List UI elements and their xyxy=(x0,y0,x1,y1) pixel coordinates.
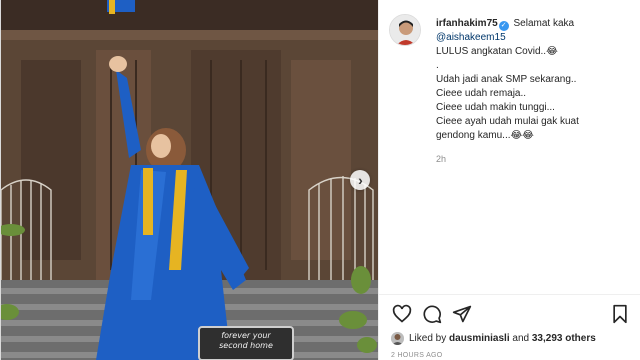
caption-line-2: LULUS angkatan Covid..😂 xyxy=(436,46,558,57)
post-username[interactable]: irfanhakim75 xyxy=(436,18,498,29)
save-button[interactable] xyxy=(609,303,631,325)
comment-icon xyxy=(423,305,442,324)
liker-username[interactable]: dausminiasli xyxy=(449,333,510,344)
caption-line: Cieee ayah udah mulai gak kuat xyxy=(436,116,579,127)
liker-avatar-image xyxy=(391,332,404,345)
likes-summary: Liked by dausminiasli and 33,293 others xyxy=(391,331,636,347)
caption-text: irfanhakim75 ✓ Selamat kaka @aishakeem15 … xyxy=(436,17,640,166)
divider xyxy=(379,294,640,295)
next-photo-button[interactable]: › xyxy=(350,170,370,190)
caption-lead: Selamat kaka xyxy=(513,18,575,29)
comment-button[interactable] xyxy=(421,303,443,325)
post-timestamp[interactable]: 2 HOURS AGO xyxy=(391,352,443,359)
avatar[interactable] xyxy=(389,14,421,46)
share-button[interactable] xyxy=(451,303,473,325)
verified-badge-icon: ✓ xyxy=(498,21,509,31)
post-photo[interactable]: forever your second home › xyxy=(1,0,378,360)
instagram-post-view: forever your second home › irfanhakim75 … xyxy=(0,0,640,360)
caption-line: Cieee udah makin tunggi... xyxy=(436,102,555,113)
action-bar xyxy=(391,303,631,325)
caption-mention[interactable]: @aishakeem15 xyxy=(436,31,640,45)
likes-and: and xyxy=(512,333,530,344)
caption-dot: . xyxy=(436,60,439,71)
liker-avatar[interactable] xyxy=(391,332,404,345)
likes-prefix: Liked by xyxy=(409,333,447,344)
graduation-photo xyxy=(1,0,378,360)
avatar-image xyxy=(390,15,420,45)
post-card: forever your second home › irfanhakim75 … xyxy=(0,0,640,360)
chalkboard-sign-text: forever your second home xyxy=(201,331,291,351)
share-icon xyxy=(452,305,472,323)
post-time[interactable]: 2h xyxy=(436,152,640,166)
post-side-panel: irfanhakim75 ✓ Selamat kaka @aishakeem15 … xyxy=(378,0,640,360)
caption-line: Udah jadi anak SMP sekarang.. xyxy=(436,74,577,85)
heart-icon xyxy=(392,304,412,323)
sign-line-2: second home xyxy=(219,341,273,350)
chevron-right-icon: › xyxy=(358,172,363,188)
caption-line: gendong kamu...😂😂 xyxy=(436,130,534,141)
bookmark-icon xyxy=(613,304,627,324)
likes-text: Liked by dausminiasli and 33,293 others xyxy=(409,331,596,347)
likes-count[interactable]: 33,293 others xyxy=(532,333,596,344)
sign-line-1: forever your xyxy=(221,331,271,340)
like-button[interactable] xyxy=(391,303,413,325)
caption-line: Cieee udah remaja.. xyxy=(436,88,527,99)
